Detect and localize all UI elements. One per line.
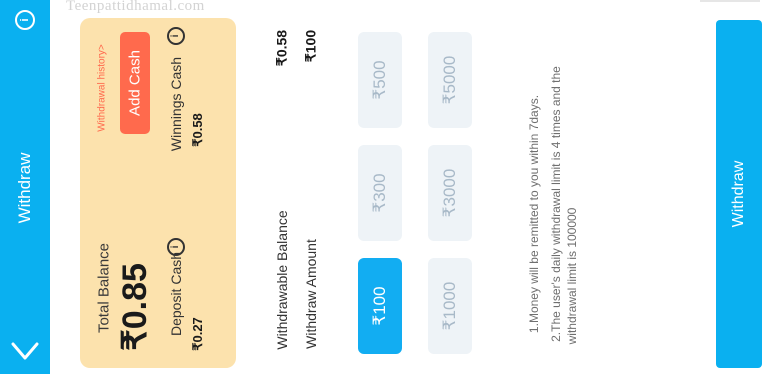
add-cash-label: Add Cash — [126, 50, 144, 116]
sidebar-header: i Withdraw — [0, 0, 50, 374]
amount-option-label: ₹100 — [370, 286, 389, 326]
amount-option-500[interactable]: ₹500 — [358, 32, 402, 128]
amount-option-label: ₹3000 — [440, 168, 459, 218]
withdraw-amount-value: ₹100 — [302, 29, 319, 63]
note-remit-time: 1.Money will be remitted to you within 7… — [527, 94, 541, 334]
balance-card: Total Balance ₹0.85 Deposit Cash i ₹0.27… — [80, 18, 236, 368]
amount-option-label: ₹500 — [370, 60, 389, 100]
back-button[interactable] — [4, 334, 46, 370]
withdraw-amount-label: Withdraw Amount — [303, 239, 319, 349]
chevron-down-icon — [11, 342, 39, 360]
page-title: Withdraw — [15, 152, 34, 224]
amount-option-5000[interactable]: ₹5000 — [428, 32, 472, 128]
note-daily-limit: 2.The user's daily withdrawal limit is 4… — [549, 66, 563, 342]
total-balance-label: Total Balance — [95, 242, 113, 334]
amount-option-label: ₹300 — [370, 173, 389, 213]
winnings-info-icon[interactable]: i — [167, 27, 185, 45]
amount-option-label: ₹1000 — [440, 281, 459, 331]
amount-option-300[interactable]: ₹300 — [358, 145, 402, 241]
amount-option-label: ₹5000 — [440, 55, 459, 105]
winnings-cash-value: ₹0.58 — [190, 113, 205, 147]
withdrawable-balance-value: ₹0.58 — [273, 29, 290, 67]
amount-option-1000[interactable]: ₹1000 — [428, 258, 472, 354]
amount-option-100[interactable]: ₹100 — [358, 258, 402, 354]
watermark: Teenpattidhamal.com — [66, 0, 205, 14]
deposit-info-icon[interactable]: i — [167, 238, 185, 256]
winnings-cash-label: Winnings Cash — [168, 56, 184, 152]
deposit-cash-value: ₹0.27 — [190, 317, 205, 351]
withdrawable-balance-label: Withdrawable Balance — [274, 210, 290, 350]
deposit-cash-label: Deposit Cash — [168, 251, 184, 337]
withdraw-button[interactable]: Withdraw — [716, 20, 762, 368]
add-cash-button[interactable]: Add Cash — [120, 32, 150, 134]
note-withdrawal-limit: withdrawal limit is 100000 — [565, 207, 579, 345]
amount-option-3000[interactable]: ₹3000 — [428, 145, 472, 241]
total-balance-value: ₹0.85 — [116, 263, 154, 351]
top-divider — [700, 0, 760, 2]
withdraw-button-label: Withdraw — [730, 160, 747, 228]
withdrawal-history-link[interactable]: Withdrawal history> — [97, 44, 108, 132]
info-icon[interactable]: i — [15, 10, 35, 30]
